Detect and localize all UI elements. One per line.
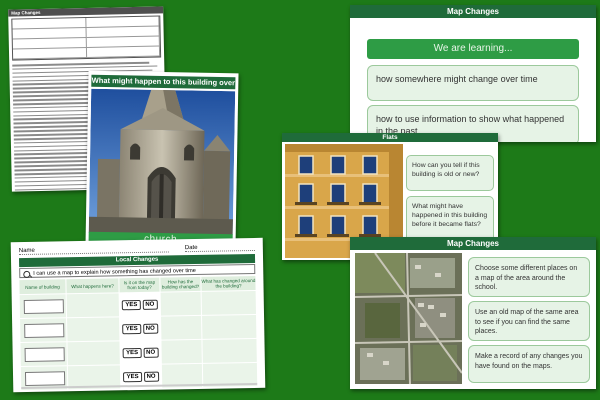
answer-cell[interactable] [201, 290, 256, 315]
answer-cell[interactable] [67, 317, 120, 342]
answer-cell[interactable] [161, 315, 202, 340]
table-row: YES NO [20, 338, 257, 367]
name-date-row: Name Date [18, 243, 255, 256]
no-option[interactable]: NO [143, 347, 159, 358]
building-name-box[interactable] [24, 323, 65, 338]
slide-title: Map Changes [350, 5, 596, 18]
instruction-box: Choose some different places on a map of… [468, 257, 590, 297]
column-header: What happens here? [66, 278, 119, 294]
answer-cell[interactable] [202, 338, 257, 363]
slide-title: What might happen to this building over … [91, 74, 236, 98]
slide-title: Flats [282, 133, 498, 142]
text-line [14, 167, 97, 172]
date-label: Date [184, 243, 255, 253]
building-name-box[interactable] [24, 347, 65, 362]
building-name-box[interactable] [24, 371, 66, 386]
column-header: Name of building [19, 279, 66, 295]
notes-table [11, 15, 162, 61]
magnifier-icon [23, 270, 31, 278]
question-box: How can you tell if this building is old… [406, 155, 494, 191]
instruction-box: Use an old map of the same area to see i… [468, 301, 590, 341]
answer-cell[interactable] [161, 339, 202, 364]
text-line [12, 86, 95, 90]
aerial-photo [354, 252, 463, 385]
name-label: Name [18, 245, 169, 256]
building-name-box[interactable] [23, 299, 64, 314]
table-row: YES NO [19, 290, 256, 319]
learning-banner: We are learning... [367, 39, 579, 59]
text-line [13, 113, 96, 117]
map-changes-aerial-slide: Map Changes Choose some different places… [350, 237, 596, 389]
yes-option[interactable]: YES [123, 347, 142, 358]
yes-option[interactable]: YES [122, 299, 141, 310]
yes-option[interactable]: YES [122, 323, 141, 334]
instruction-box: Make a record of any changes you have fo… [468, 345, 590, 383]
church-slide: What might happen to this building over … [85, 70, 239, 250]
no-option[interactable]: NO [142, 299, 158, 310]
answer-cell[interactable] [202, 314, 257, 339]
no-option[interactable]: NO [143, 371, 159, 382]
question-box: What might have happened in this buildin… [406, 196, 494, 242]
objective-box: how somewhere might change over time [367, 65, 579, 101]
answer-cell[interactable] [67, 341, 120, 366]
column-header: Is it on the map from today? [119, 277, 160, 293]
local-changes-worksheet: Name Date Local Changes I can use a map … [10, 237, 266, 393]
column-header: How has the building changed? [160, 276, 201, 292]
column-header: What has changed around the building? [201, 275, 256, 291]
objective-text: I can use a map to explain how something… [33, 267, 196, 277]
text-line [13, 140, 96, 144]
church-photo [88, 88, 236, 236]
no-option[interactable]: NO [142, 323, 158, 334]
worksheet-table: Name of building What happens here? Is i… [19, 275, 258, 391]
answer-cell[interactable] [66, 293, 120, 318]
slide-title: Map Changes [350, 237, 596, 250]
map-changes-objectives-slide: Map Changes We are learning... how somew… [350, 5, 596, 142]
table-row: YES NO [20, 314, 257, 343]
yes-option[interactable]: YES [123, 371, 142, 382]
answer-cell[interactable] [160, 291, 202, 316]
